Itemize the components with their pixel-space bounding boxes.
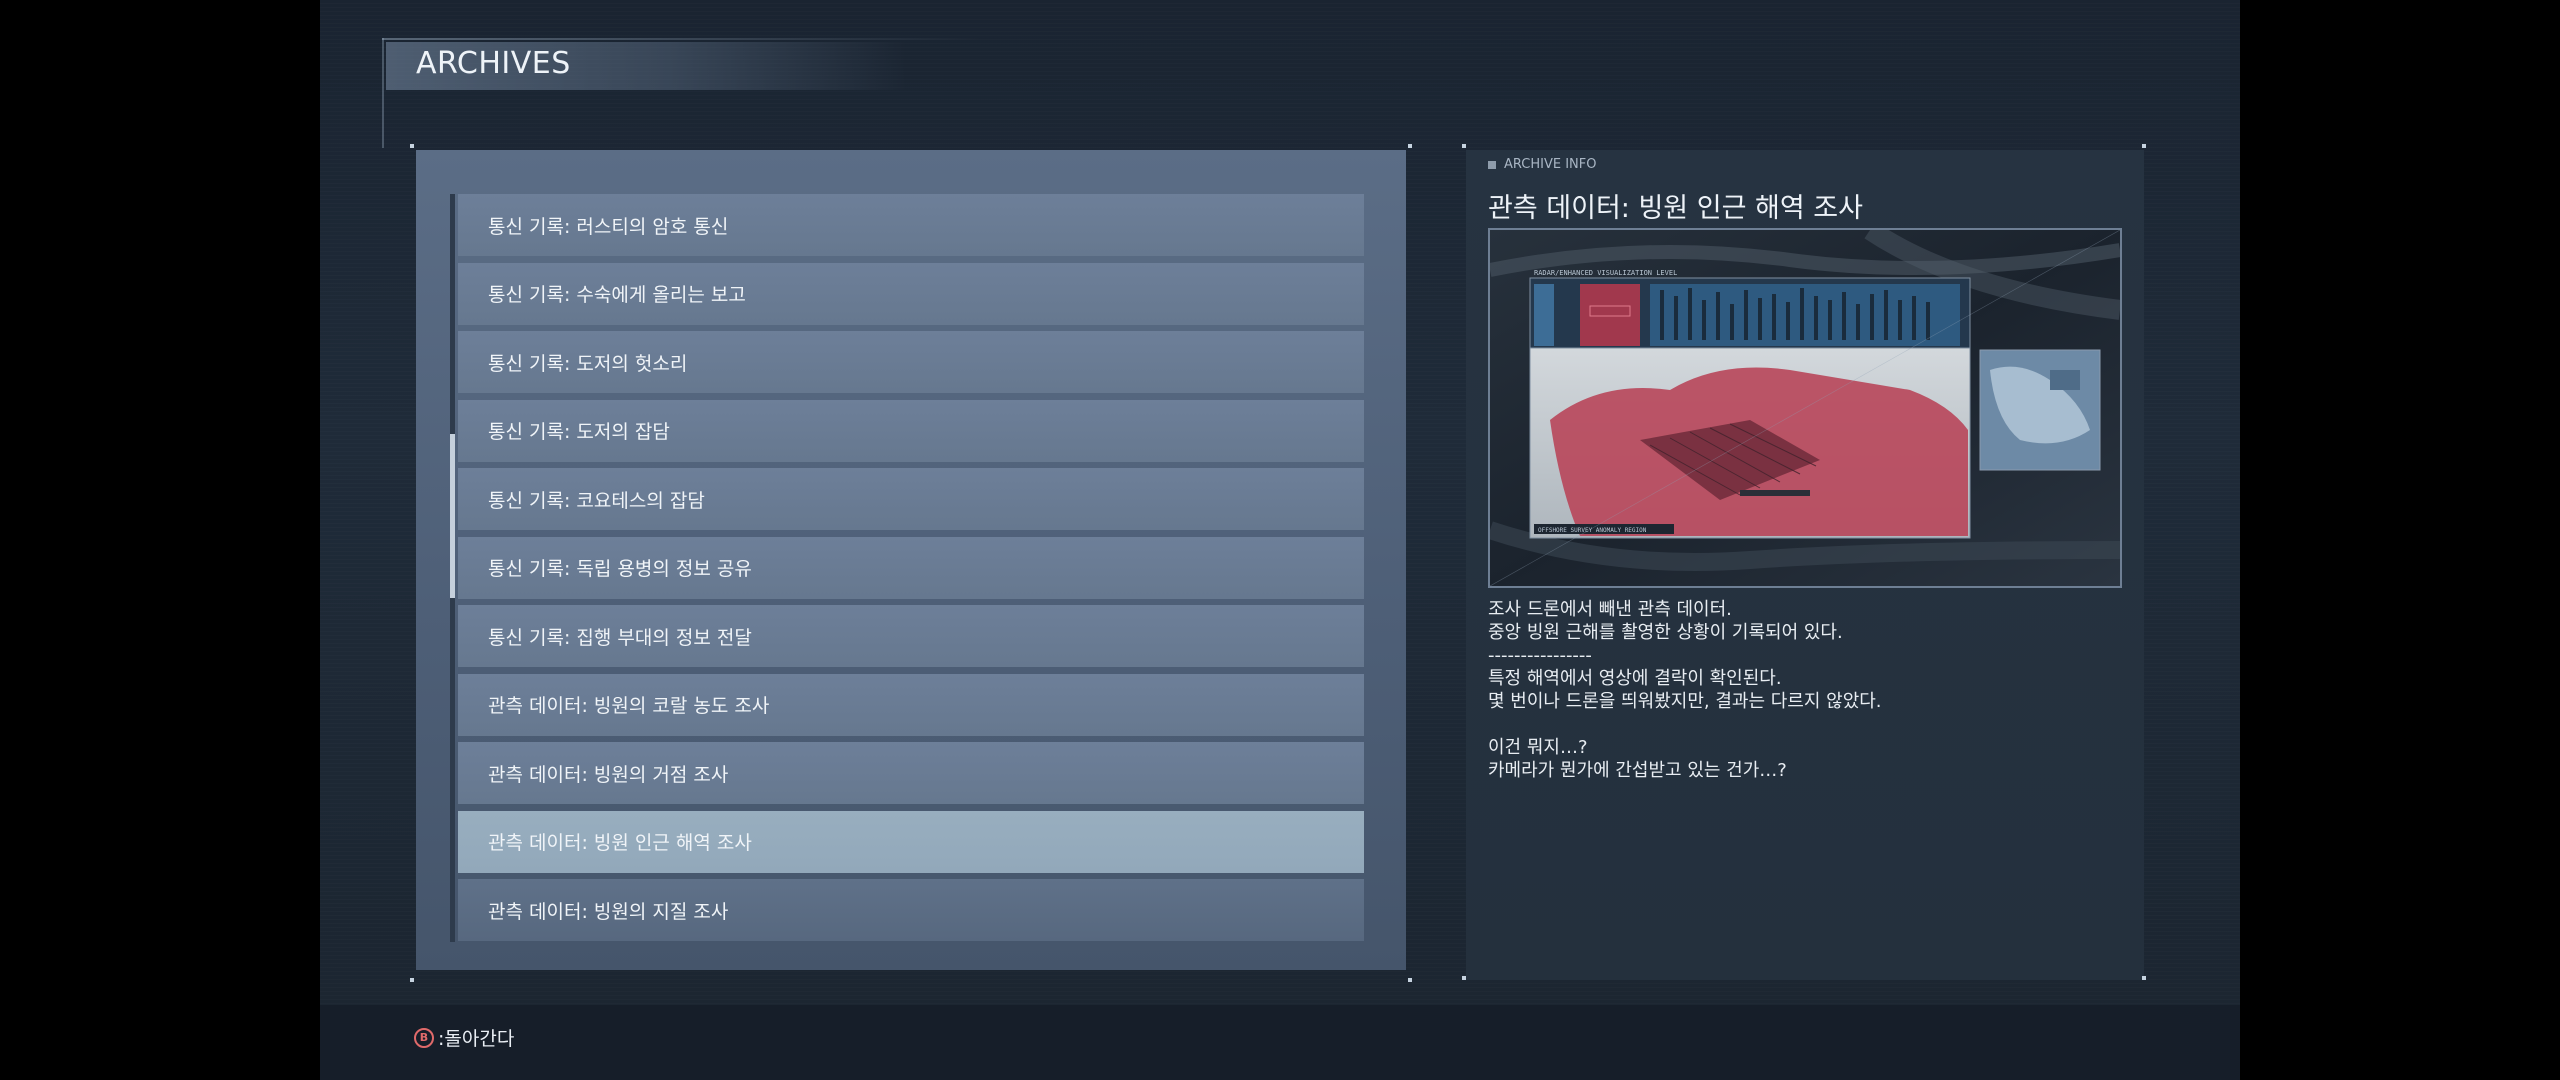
archive-item-label: 관측 데이터: 빙원의 지질 조사 xyxy=(488,900,729,923)
panel-corner xyxy=(2142,144,2146,148)
description-line: 몇 번이나 드론을 띄워봤지만, 결과는 다르지 않았다. xyxy=(1488,691,1882,712)
archive-item[interactable]: 관측 데이터: 빙원의 코랄 농도 조사 xyxy=(458,673,1364,736)
list-scrollbar-thumb[interactable] xyxy=(450,434,455,598)
header-frame-left xyxy=(382,38,384,148)
archive-item-label: 통신 기록: 수숙에게 올리는 보고 xyxy=(488,284,746,306)
archive-image: RADAR/ENHANCED VISUALIZATION LEVEL OFFSH… xyxy=(1488,228,2122,588)
b-button-icon: B xyxy=(414,1027,434,1048)
archive-item[interactable]: 통신 기록: 독립 용병의 정보 공유 xyxy=(458,536,1364,599)
panel-corner xyxy=(1462,976,1466,980)
panel-corner xyxy=(1408,144,1412,148)
archive-item-label: 관측 데이터: 빙원의 코랄 농도 조사 xyxy=(488,695,770,717)
description-line xyxy=(1488,713,2108,736)
archive-item-selected[interactable]: 관측 데이터: 빙원 인근 해역 조사 xyxy=(458,810,1364,873)
panel-corner xyxy=(410,978,414,982)
archive-info-title: 관측 데이터: 빙원 인근 해역 조사 xyxy=(1488,193,1863,224)
archive-item[interactable]: 통신 기록: 수숙에게 올리는 보고 xyxy=(458,262,1364,325)
description-line: 조사 드론에서 빼낸 관측 데이터. xyxy=(1488,599,1732,620)
description-line: 이건 뭐지…? xyxy=(1488,737,1588,758)
archive-item[interactable]: 통신 기록: 집행 부대의 정보 전달 xyxy=(458,605,1364,667)
archive-item[interactable]: 통신 기록: 도저의 헛소리 xyxy=(458,331,1364,393)
back-prompt[interactable]: B :돌아간다 xyxy=(414,1024,514,1051)
header-frame-top xyxy=(382,38,982,40)
observation-map-image: RADAR/ENHANCED VISUALIZATION LEVEL OFFSH… xyxy=(1490,230,2120,586)
map-top-label: RADAR/ENHANCED VISUALIZATION LEVEL xyxy=(1534,269,1677,277)
archive-description: 조사 드론에서 빼낸 관측 데이터. 중앙 빙원 근해를 촬영한 상황이 기록되… xyxy=(1488,598,2108,782)
archive-item-label: 관측 데이터: 빙원 인근 해역 조사 xyxy=(488,832,752,854)
archive-item-label: 통신 기록: 러스티의 암호 통신 xyxy=(488,215,729,238)
description-line: 특정 해역에서 영상에 결락이 확인된다. xyxy=(1488,668,1782,689)
archives-screen: ARCHIVES 통신 기록: 러스티의 암호 통신 통신 기록: 수숙에게 올… xyxy=(320,0,2240,1080)
panel-corner xyxy=(1462,144,1466,148)
archive-item[interactable]: 관측 데이터: 빙원의 거점 조사 xyxy=(458,742,1364,804)
archive-item-label: 통신 기록: 코요테스의 잡담 xyxy=(488,489,705,512)
panel-corner xyxy=(1408,978,1412,982)
archive-item-label: 통신 기록: 집행 부대의 정보 전달 xyxy=(488,626,752,649)
archive-item-label: 통신 기록: 도저의 헛소리 xyxy=(488,352,688,375)
panel-corner xyxy=(410,144,414,148)
square-icon xyxy=(1488,160,1496,169)
archive-item[interactable]: 통신 기록: 러스티의 암호 통신 xyxy=(458,194,1364,256)
archive-list: 통신 기록: 러스티의 암호 통신 통신 기록: 수숙에게 올리는 보고 통신 … xyxy=(458,194,1364,948)
archive-item-label: 통신 기록: 도저의 잡담 xyxy=(488,421,670,443)
footer-band xyxy=(320,1005,2240,1080)
page-title: ARCHIVES xyxy=(416,46,571,81)
archive-info-tag-label: ARCHIVE INFO xyxy=(1504,157,1597,172)
description-line: ---------------- xyxy=(1488,645,1592,666)
back-label: :돌아간다 xyxy=(438,1028,515,1050)
archive-item[interactable]: 통신 기록: 코요테스의 잡담 xyxy=(458,468,1364,530)
description-line: 중앙 빙원 근해를 촬영한 상황이 기록되어 있다. xyxy=(1488,622,1843,643)
archive-item-label: 관측 데이터: 빙원의 거점 조사 xyxy=(488,763,729,786)
panel-corner xyxy=(2142,976,2146,980)
archive-item[interactable]: 통신 기록: 도저의 잡담 xyxy=(458,399,1364,462)
description-line: 카메라가 뭔가에 간섭받고 있는 건가…? xyxy=(1488,760,1787,781)
archive-info-tag: ARCHIVE INFO xyxy=(1488,157,1596,172)
archive-item[interactable]: 관측 데이터: 빙원의 지질 조사 xyxy=(458,879,1364,941)
archive-item-label: 통신 기록: 독립 용병의 정보 공유 xyxy=(488,558,752,580)
